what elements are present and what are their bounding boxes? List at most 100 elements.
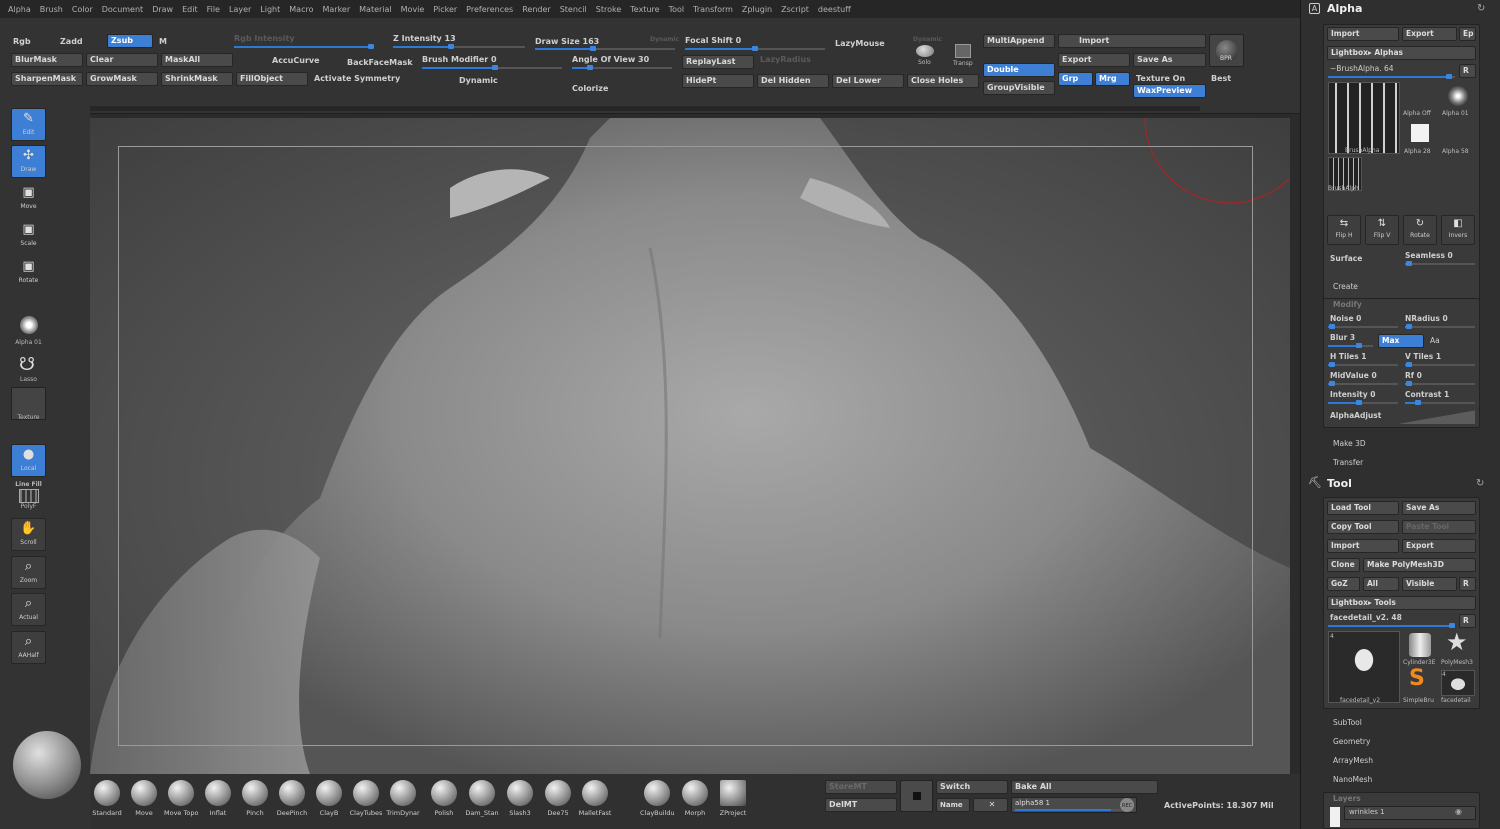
menu-stroke[interactable]: Stroke	[596, 5, 622, 14]
menu-brush[interactable]: Brush	[40, 5, 63, 14]
facedetail-thumb[interactable]	[1441, 670, 1475, 696]
menu-stencil[interactable]: Stencil	[560, 5, 587, 14]
alpha-icon[interactable]	[20, 316, 38, 334]
brush-trimdynamic[interactable]: TrimDynar	[386, 780, 420, 817]
m-toggle[interactable]: M	[159, 37, 167, 46]
modify-title[interactable]: Modify	[1333, 300, 1362, 309]
menu-texture[interactable]: Texture	[630, 5, 659, 14]
rotate-alpha-button[interactable]: ↻ Rotate	[1403, 215, 1437, 245]
alpha-palette-title[interactable]: Alpha	[1327, 2, 1362, 15]
aahalf-button[interactable]: ⌕ AAHalf	[11, 631, 46, 664]
double-toggle[interactable]: Double	[983, 63, 1055, 77]
menu-transform[interactable]: Transform	[693, 5, 733, 14]
nradius-slider[interactable]: NRadius 0	[1405, 314, 1448, 323]
lazymouse-toggle[interactable]: LazyMouse	[835, 39, 885, 48]
menu-document[interactable]: Document	[102, 5, 143, 14]
goz-all-button[interactable]: All	[1363, 577, 1399, 591]
fillobject-button[interactable]: FillObject	[236, 72, 308, 86]
brush-move-topo[interactable]: Move Topo	[164, 780, 198, 817]
rgb-toggle[interactable]: Rgb	[13, 37, 31, 46]
vtiles-slider[interactable]: V Tiles 1	[1405, 352, 1441, 361]
menu-material[interactable]: Material	[359, 5, 392, 14]
layer-visibility-toggle[interactable]	[1330, 807, 1340, 827]
import-button[interactable]: Import	[1058, 34, 1206, 48]
create-subpalette[interactable]: Create	[1333, 282, 1358, 291]
intensity-track[interactable]	[1328, 400, 1398, 405]
angle-of-view-slider[interactable]: Angle Of View 30	[572, 55, 649, 64]
alpha-off-label[interactable]: Alpha Off	[1403, 110, 1431, 117]
layer-intensity-track[interactable]	[1015, 809, 1133, 811]
tool-import-button[interactable]: Import	[1327, 539, 1399, 553]
layer-item[interactable]: wrinkles 1 ◉	[1344, 806, 1476, 820]
eye-icon[interactable]: ◉	[1455, 807, 1462, 816]
draw-button[interactable]: ✣ Draw	[11, 145, 46, 178]
alpha-r-button[interactable]: R	[1459, 64, 1476, 78]
brush-morph[interactable]: Morph	[678, 780, 712, 817]
z-intensity-track[interactable]	[393, 44, 525, 49]
zsub-toggle[interactable]: Zsub	[107, 34, 153, 48]
maskall-button[interactable]: MaskAll	[161, 53, 233, 67]
flip-h-button[interactable]: ⇆ Flip H	[1327, 215, 1361, 245]
hidept-button[interactable]: HidePt	[682, 74, 754, 88]
blur-slider[interactable]: Blur 3	[1330, 333, 1355, 342]
focal-shift-track[interactable]	[685, 46, 825, 51]
clone-button[interactable]: Clone	[1327, 558, 1360, 572]
alpha58-label[interactable]: Alpha 58	[1442, 148, 1469, 155]
tool-select-track[interactable]	[1328, 623, 1455, 628]
lazyradius-slider[interactable]: LazyRadius	[760, 55, 811, 64]
layers-title[interactable]: Layers	[1333, 794, 1361, 803]
copy-tool-button[interactable]: Copy Tool	[1327, 520, 1399, 534]
delmt-button[interactable]: DelMT	[825, 798, 897, 812]
brush-slash3[interactable]: Slash3	[503, 780, 537, 817]
edit-button[interactable]: ✎ Edit	[11, 108, 46, 141]
save-as-button[interactable]: Save As	[1133, 53, 1206, 67]
material-sphere[interactable]	[13, 731, 81, 799]
rf-track[interactable]	[1405, 381, 1475, 386]
max-toggle[interactable]: Max	[1378, 334, 1424, 348]
zadd-toggle[interactable]: Zadd	[60, 37, 83, 46]
name-button[interactable]: Name	[936, 798, 970, 812]
bpr-button[interactable]: BPR	[1209, 34, 1244, 67]
contrast-slider[interactable]: Contrast 1	[1405, 390, 1449, 399]
brush-claytubes[interactable]: ClayTubes	[349, 780, 383, 817]
menu-layer[interactable]: Layer	[229, 5, 251, 14]
alpha-preview-large[interactable]	[1328, 82, 1400, 154]
menu-alpha[interactable]: Alpha	[8, 5, 31, 14]
contrast-track[interactable]	[1405, 400, 1475, 405]
tool-palette-title[interactable]: Tool	[1327, 477, 1352, 490]
menu-zscript[interactable]: Zscript	[781, 5, 809, 14]
menu-edit[interactable]: Edit	[182, 5, 198, 14]
rgb-intensity-track[interactable]	[234, 44, 374, 49]
make-polymesh-button[interactable]: Make PolyMesh3D	[1363, 558, 1476, 572]
actual-button[interactable]: ⌕ Actual	[11, 593, 46, 626]
lasso-icon[interactable]: ☋	[19, 354, 35, 375]
brush-polish[interactable]: Polish	[427, 780, 461, 817]
goz-button[interactable]: GoZ	[1327, 577, 1360, 591]
palette-refresh-icon[interactable]: ↻	[1477, 3, 1485, 14]
blurmask-button[interactable]: BlurMask	[11, 53, 83, 67]
seamless-slider[interactable]: Seamless 0	[1405, 251, 1453, 260]
local-button[interactable]: ● Local	[11, 444, 46, 477]
alpha-import-button[interactable]: Import	[1327, 27, 1399, 41]
paste-tool-button[interactable]: Paste Tool	[1402, 520, 1476, 534]
bake-all-button[interactable]: Bake All	[1011, 780, 1158, 794]
intensity-slider[interactable]: Intensity 0	[1330, 390, 1375, 399]
menu-macro[interactable]: Macro	[289, 5, 313, 14]
simplebrush-icon[interactable]: S	[1409, 666, 1425, 691]
arraymesh-subpalette[interactable]: ArrayMesh	[1333, 756, 1373, 765]
noise-track[interactable]	[1328, 324, 1398, 329]
nradius-track[interactable]	[1405, 324, 1475, 329]
tool-r-button[interactable]: R	[1459, 614, 1476, 628]
alphaadjust-curve-preview[interactable]	[1400, 410, 1475, 424]
brush-clay[interactable]: ClayB	[312, 780, 346, 817]
sharpenmask-button[interactable]: SharpenMask	[11, 72, 83, 86]
del-hidden-button[interactable]: Del Hidden	[757, 74, 829, 88]
dynamic-button[interactable]: Dynamic	[459, 76, 498, 85]
tool-lightbox-button[interactable]: Lightbox▸ Tools	[1327, 596, 1476, 610]
alpha-export-button[interactable]: Export	[1402, 27, 1457, 41]
mrg-toggle[interactable]: Mrg	[1095, 72, 1130, 86]
switch-button[interactable]: Switch	[936, 780, 1008, 794]
midvalue-track[interactable]	[1328, 381, 1398, 386]
tool-save-as-button[interactable]: Save As	[1402, 501, 1476, 515]
draw-size-slider[interactable]: Draw Size 163	[535, 37, 599, 46]
